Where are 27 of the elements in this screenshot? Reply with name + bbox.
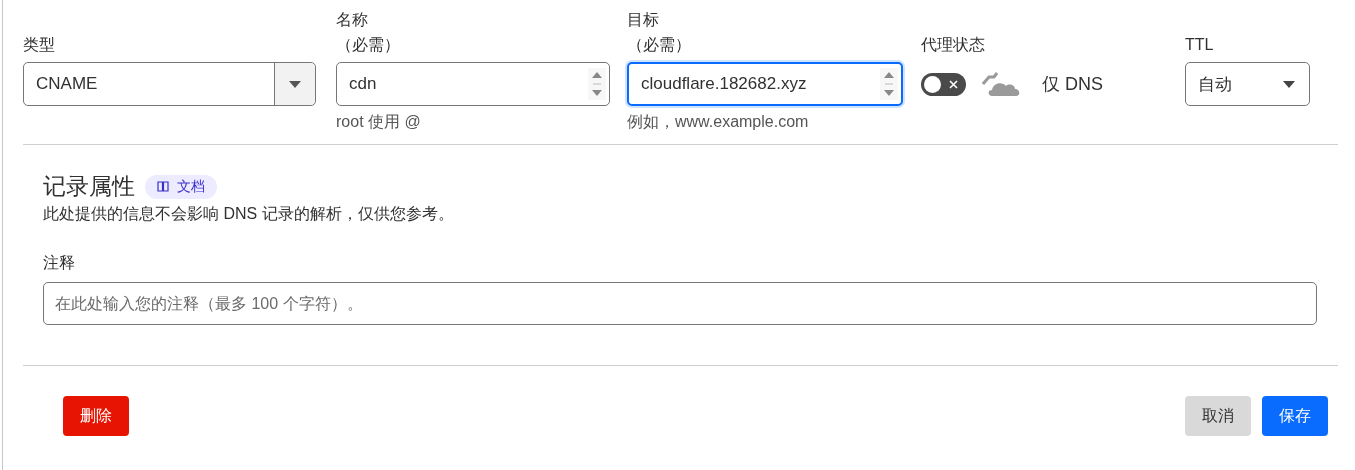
- proxy-status-text: 仅 DNS: [1042, 73, 1103, 96]
- cross-icon: [948, 78, 959, 90]
- field-label: 名称: [336, 10, 369, 30]
- caret-icon: [289, 80, 301, 88]
- required-label: （必需）: [627, 35, 692, 55]
- primary-button[interactable]: 保存: [1262, 396, 1328, 436]
- field-label: TTL: [1185, 35, 1214, 55]
- secondary-button[interactable]: 取消: [1185, 396, 1251, 436]
- field-label: 代理状态: [921, 35, 985, 55]
- field-label: 类型: [23, 35, 56, 55]
- section-description: 此处提供的信息不会影响 DNS 记录的解析，仅供您参考。: [43, 204, 455, 224]
- book-icon: [157, 181, 169, 192]
- docs-link[interactable]: 文档: [145, 174, 217, 199]
- hint-text: root 使用 @: [336, 112, 422, 132]
- danger-button[interactable]: 删除: [63, 396, 129, 436]
- field-label: 目标: [627, 10, 660, 30]
- text-field[interactable]: cdn: [336, 62, 610, 106]
- section-title: 记录属性: [43, 172, 135, 201]
- required-label: （必需）: [336, 35, 401, 55]
- caret-icon: [1283, 80, 1295, 88]
- comment-field[interactable]: 在此处输入您的注释（最多 100 个字符）。: [43, 282, 1317, 325]
- proxy-toggle[interactable]: [921, 72, 966, 96]
- ttl-select[interactable]: 自动: [1185, 62, 1310, 106]
- hint-text: 例如，www.example.com: [627, 112, 810, 132]
- type-select[interactable]: CNAME: [23, 62, 316, 106]
- field-label: 注释: [43, 253, 76, 273]
- text-field[interactable]: cloudflare.182682.xyz: [627, 62, 903, 106]
